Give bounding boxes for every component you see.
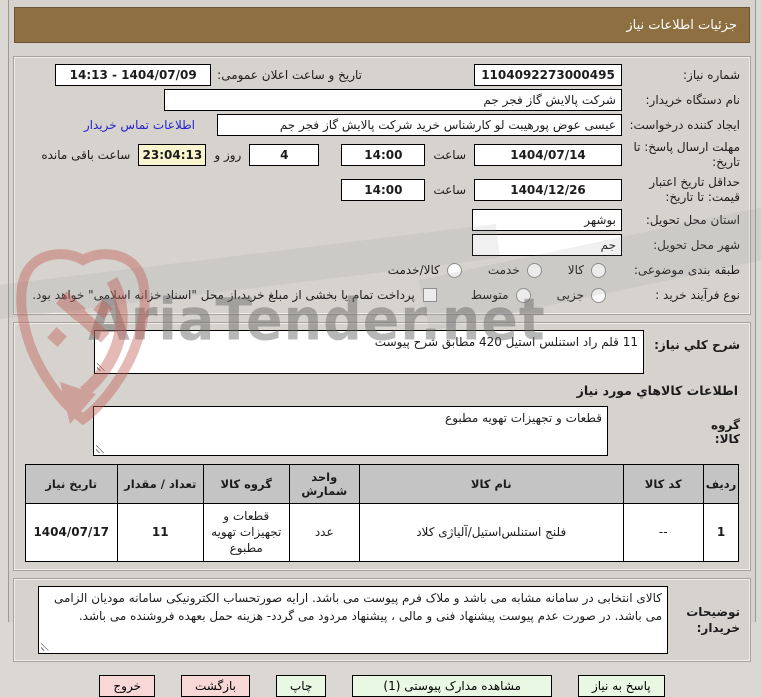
cell-need-date: 1404/07/17 xyxy=(24,503,118,562)
col-item-name: نام کالا xyxy=(358,464,624,504)
treasury-docs-checkbox-label: پرداخت تمام یا بخشی از مبلغ خرید،از محل … xyxy=(32,288,415,302)
buyer-notes-textarea[interactable]: کالای انتخابی در سامانه مشابه می باشد و … xyxy=(38,585,668,654)
radio-goods[interactable] xyxy=(591,262,606,278)
remaining-label: ساعت باقی مانده xyxy=(41,148,131,162)
price-validity-hour-label: ساعت xyxy=(433,183,466,197)
buyer-notes-section: توضیحات خریدار: کالای انتخابی در سامانه … xyxy=(13,577,751,662)
price-validity-label: حداقل تاریخ اعتبار قیمت: تا تاریخ: xyxy=(649,175,740,204)
row-city: شهر محل تحویل: جم xyxy=(24,233,740,257)
goods-group-textarea[interactable]: قطعات و تجهیزات تهویه مطبوع xyxy=(93,406,608,456)
row-subject-class: طبقه بندی موضوعی: کالا خدمت کالا/خدمت xyxy=(24,258,740,282)
city-label: شهر محل تحویل: xyxy=(653,237,740,252)
reply-deadline-label: مهلت ارسال پاسخ: تا تاریخ: xyxy=(633,140,740,169)
row-need-number: شماره نیاز: 1104092273000495 تاریخ و ساع… xyxy=(24,63,740,87)
radio-goods-service[interactable] xyxy=(446,262,462,278)
col-need-date: تاریخ نیاز xyxy=(24,464,118,504)
buyer-contact-link[interactable]: اطلاعات تماس خریدار xyxy=(84,118,195,132)
col-row-index: ردیف xyxy=(702,464,740,504)
row-province: استان محل تحویل: بوشهر xyxy=(24,208,740,232)
treasury-docs-checkbox[interactable] xyxy=(422,288,437,302)
countdown-timer: 23:04:13 xyxy=(138,144,207,166)
col-item-code: کد کالا xyxy=(622,464,704,504)
request-creator-field[interactable]: عیسی عوض پورهیبت لو کارشناس خرید شرکت پا… xyxy=(217,114,622,136)
exit-button[interactable]: خروج xyxy=(99,674,155,697)
price-validity-time-field[interactable]: 14:00 xyxy=(341,179,426,201)
goods-section-header: اطلاعات کالاهاي مورد نیاز xyxy=(576,383,738,398)
page-title: جزئیات اطلاعات نیاز xyxy=(626,17,737,33)
need-info-section: شماره نیاز: 1104092273000495 تاریخ و ساع… xyxy=(13,56,751,315)
purchase-type-label: نوع فرآیند خرید : xyxy=(655,287,740,302)
need-number-label: شماره نیاز: xyxy=(683,67,740,82)
radio-service[interactable] xyxy=(526,262,542,278)
need-desc-textarea[interactable]: 11 قلم راد استنلس استیل 420 مطابق شرح پی… xyxy=(94,330,644,374)
reply-deadline-date-field[interactable]: 1404/07/14 xyxy=(474,144,622,166)
goods-group-label: گروه کالا: xyxy=(711,418,740,446)
reply-deadline-time-field[interactable]: 14:00 xyxy=(341,144,426,166)
row-goods-group: گروه کالا: قطعات و تجهیزات تهویه مطبوع xyxy=(24,406,740,456)
col-unit: واحد شمارش xyxy=(288,464,360,504)
subject-class-label: طبقه بندی موضوعی: xyxy=(633,262,740,277)
days-left-field[interactable]: 4 xyxy=(249,144,320,166)
cell-group: قطعات و تجهیزات تهویه مطبوع xyxy=(202,503,290,562)
row-reply-deadline: مهلت ارسال پاسخ: تا تاریخ: 1404/07/14 سا… xyxy=(24,138,740,172)
radio-partial-label: جزیی xyxy=(556,288,584,302)
radio-partial[interactable] xyxy=(591,287,606,303)
reply-deadline-hour-label: ساعت xyxy=(433,148,466,162)
radio-medium-label: متوسط xyxy=(470,288,509,302)
cell-item-code: -- xyxy=(622,503,704,562)
buyer-org-field[interactable]: شرکت پالایش گاز فجر جم xyxy=(164,89,622,111)
cell-quantity: 11 xyxy=(116,503,204,562)
row-request-creator: ایجاد کننده درخواست: عیسی عوض پورهیبت لو… xyxy=(24,113,740,137)
need-desc-label: شرح کلي نیاز: xyxy=(654,338,740,352)
cell-unit: عدد xyxy=(288,503,360,562)
row-buyer-org: نام دستگاه خریدار: شرکت پالایش گاز فجر ج… xyxy=(24,88,740,112)
print-button[interactable]: چاپ xyxy=(276,674,327,697)
buyer-org-label: نام دستگاه خریدار: xyxy=(645,92,741,107)
city-field[interactable]: جم xyxy=(472,234,622,256)
col-group: گروه کالا xyxy=(202,464,290,504)
radio-goods-label: کالا xyxy=(567,263,584,277)
goods-table: ردیف کد کالا نام کالا واحد شمارش گروه کا… xyxy=(24,464,740,562)
announce-datetime-field[interactable]: 1404/07/09 - 14:13 xyxy=(55,64,212,86)
province-label: استان محل تحویل: xyxy=(645,212,740,227)
back-button[interactable]: بازگشت xyxy=(181,674,250,697)
cell-item-name: فلنج استنلس‌استیل/آلیاژی کلاد xyxy=(358,503,624,562)
action-button-row: پاسخ به نیاز مشاهده مدارک پیوستی (1) چاپ… xyxy=(9,674,755,697)
goods-table-header-row: ردیف کد کالا نام کالا واحد شمارش گروه کا… xyxy=(24,464,740,504)
col-quantity: تعداد / مقدار xyxy=(116,464,204,504)
row-buyer-notes: توضیحات خریدار: کالای انتخابی در سامانه … xyxy=(24,585,740,654)
page-title-bar: جزئیات اطلاعات نیاز xyxy=(14,7,750,43)
need-number-field[interactable]: 1104092273000495 xyxy=(474,64,622,86)
page-frame: جزئیات اطلاعات نیاز شماره نیاز: 11040922… xyxy=(8,0,756,697)
row-price-validity: حداقل تاریخ اعتبار قیمت: تا تاریخ: 1404/… xyxy=(24,173,740,207)
goods-info-section: شرح کلي نیاز: 11 قلم راد استنلس استیل 42… xyxy=(13,322,751,571)
request-creator-label: ایجاد کننده درخواست: xyxy=(629,117,740,132)
announce-datetime-label: تاریخ و ساعت اعلان عمومی: xyxy=(217,67,362,82)
goods-table-row: 1 -- فلنج استنلس‌استیل/آلیاژی کلاد عدد ق… xyxy=(24,503,740,562)
province-field[interactable]: بوشهر xyxy=(472,209,622,231)
view-attachments-button[interactable]: مشاهده مدارک پیوستی (1) xyxy=(352,674,552,697)
row-purchase-type: نوع فرآیند خرید : جزیی متوسط پرداخت تمام… xyxy=(24,283,740,307)
price-validity-date-field[interactable]: 1404/12/26 xyxy=(474,179,622,201)
buyer-notes-label: توضیحات خریدار: xyxy=(686,604,740,636)
days-sep-label: روز و xyxy=(214,148,242,162)
respond-button[interactable]: پاسخ به نیاز xyxy=(577,674,665,697)
radio-goods-service-label: کالا/خدمت xyxy=(387,263,440,277)
row-need-desc: شرح کلي نیاز: 11 قلم راد استنلس استیل 42… xyxy=(24,330,740,374)
cell-row-index: 1 xyxy=(702,503,740,562)
radio-service-label: خدمت xyxy=(487,263,520,277)
radio-medium[interactable] xyxy=(515,287,531,303)
